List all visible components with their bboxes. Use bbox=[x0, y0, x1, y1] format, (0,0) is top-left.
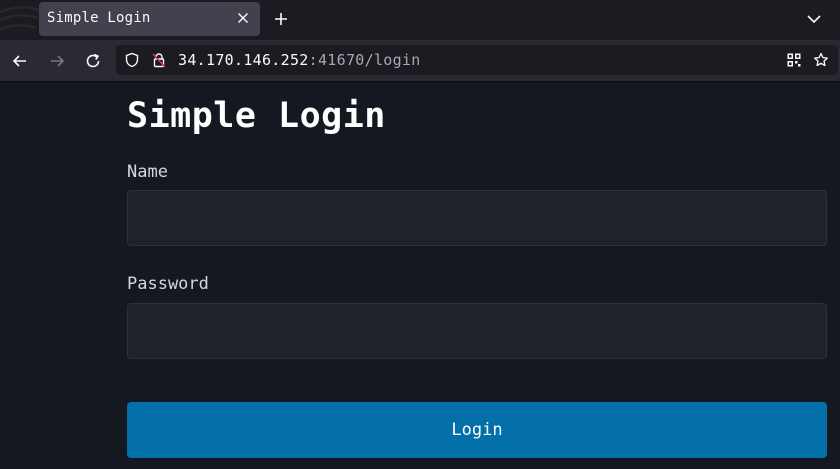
name-field[interactable] bbox=[127, 190, 827, 246]
url-path: :41670/login bbox=[308, 51, 421, 69]
forward-arrow-icon[interactable] bbox=[48, 52, 66, 70]
chevron-down-icon[interactable] bbox=[806, 11, 822, 27]
login-page: Simple Login Name Password Login bbox=[0, 82, 840, 469]
back-arrow-icon[interactable] bbox=[11, 52, 29, 70]
url-text[interactable]: 34.170.146.252:41670/login bbox=[178, 51, 421, 69]
password-field[interactable] bbox=[127, 303, 827, 359]
url-bar[interactable]: 34.170.146.252:41670/login bbox=[116, 45, 838, 75]
star-icon[interactable] bbox=[813, 52, 829, 68]
tab-title: Simple Login bbox=[47, 10, 151, 26]
insecure-lock-icon[interactable] bbox=[151, 52, 167, 68]
login-button[interactable]: Login bbox=[127, 402, 827, 458]
shield-icon[interactable] bbox=[124, 52, 140, 68]
qr-code-icon[interactable] bbox=[786, 52, 802, 68]
page-title: Simple Login bbox=[127, 96, 386, 136]
tab-bar: Simple Login bbox=[0, 0, 840, 40]
navigation-toolbar: 34.170.146.252:41670/login bbox=[0, 40, 840, 82]
close-icon[interactable] bbox=[234, 9, 252, 27]
tab-simple-login[interactable]: Simple Login bbox=[39, 2, 260, 36]
url-host: 34.170.146.252 bbox=[178, 51, 309, 69]
password-label: Password bbox=[127, 274, 209, 294]
reload-icon[interactable] bbox=[84, 52, 102, 70]
plus-icon[interactable] bbox=[272, 10, 290, 28]
name-label: Name bbox=[127, 162, 168, 182]
